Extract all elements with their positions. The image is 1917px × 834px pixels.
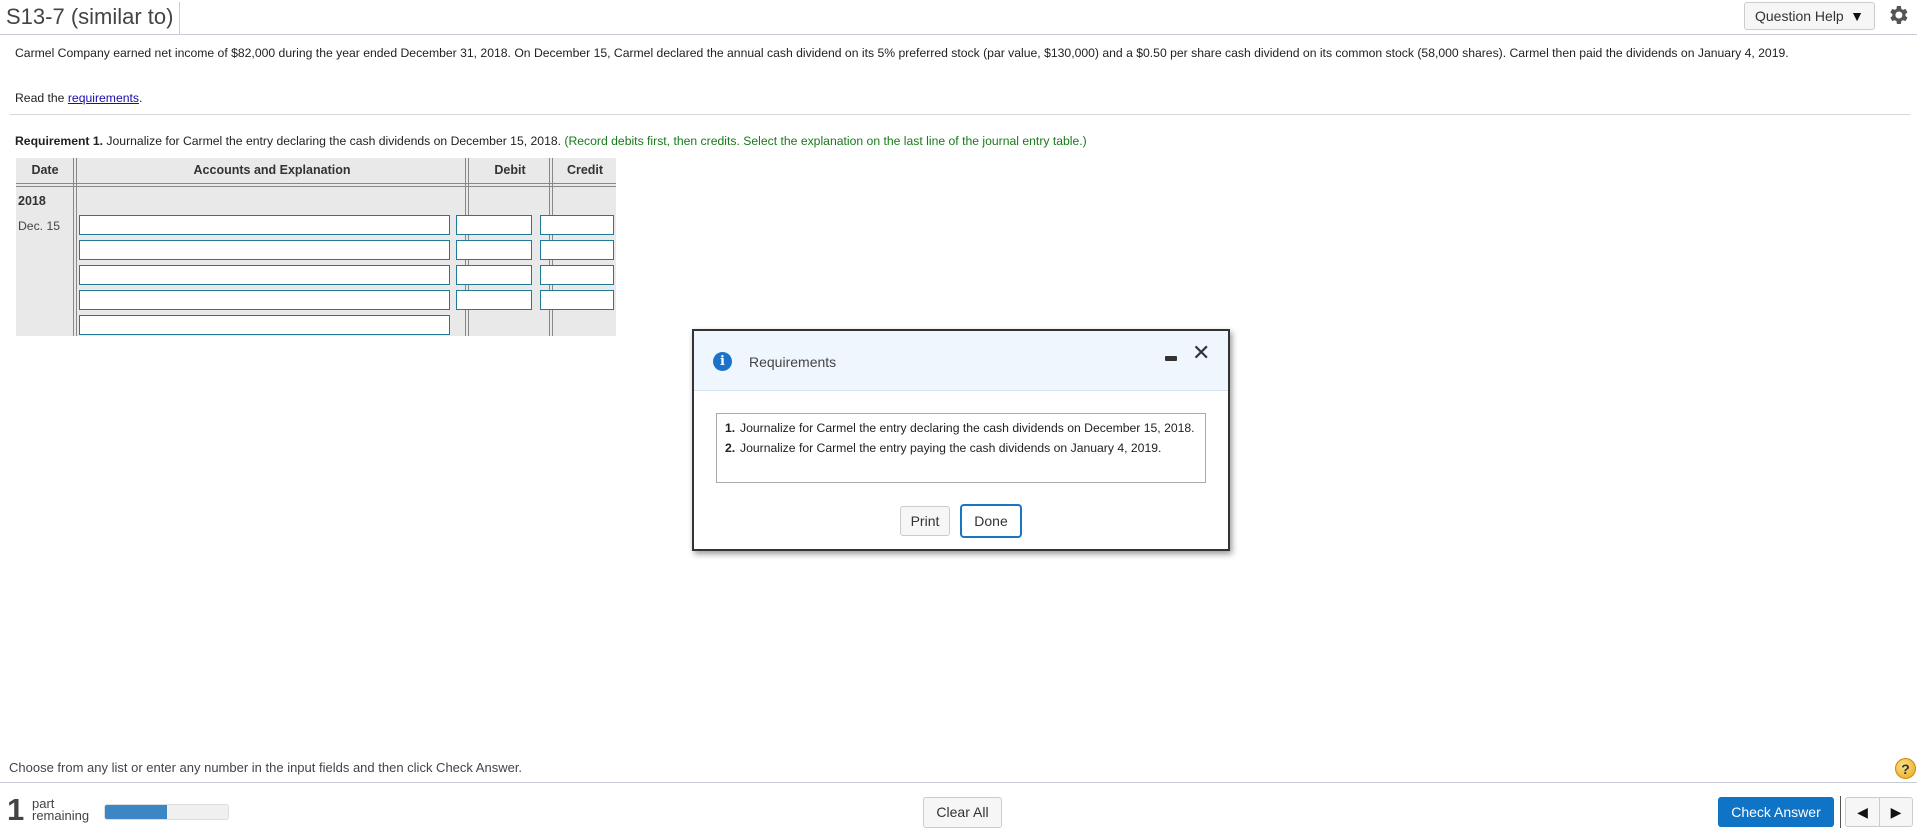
gear-icon[interactable] <box>1886 2 1910 28</box>
requirement-item: 1. Journalize for Carmel the entry decla… <box>725 421 1197 435</box>
page-title: S13-7 (similar to) <box>6 2 181 35</box>
instructions: Choose from any list or enter any number… <box>9 760 523 775</box>
requirement-number: 1. <box>725 421 736 435</box>
divider <box>0 782 1917 783</box>
question-help-button[interactable]: Question Help ▼ <box>1744 2 1875 30</box>
close-icon[interactable]: ✕ <box>1192 341 1210 365</box>
next-question-button[interactable]: ▶ <box>1878 798 1912 826</box>
debit-input-4[interactable] <box>456 290 532 310</box>
parts-remaining-count: 1 <box>7 792 25 827</box>
credit-input-2[interactable] <box>540 240 614 260</box>
header: S13-7 (similar to) Question Help ▼ <box>0 0 1917 35</box>
entry-date: Dec. 15 <box>18 219 61 233</box>
requirement-item-text: Journalize for Carmel the entry declarin… <box>740 421 1195 435</box>
divider <box>10 114 1910 115</box>
credit-input-4[interactable] <box>540 290 614 310</box>
credit-input-3[interactable] <box>540 265 614 285</box>
requirements-list: 1. Journalize for Carmel the entry decla… <box>716 413 1206 483</box>
header-debit: Debit <box>494 163 526 177</box>
dialog-title: Requirements <box>749 354 837 370</box>
check-answer-button[interactable]: Check Answer <box>1718 797 1834 827</box>
journal-entry-table: Date Accounts and Explanation Debit Cred… <box>16 158 616 336</box>
header-divider <box>16 183 616 187</box>
read-requirements: Read the requirements. <box>15 91 142 105</box>
credit-input-1[interactable] <box>540 215 614 235</box>
account-input-3[interactable] <box>79 265 450 285</box>
read-suffix: . <box>139 91 143 105</box>
requirement-line: Requirement 1. Journalize for Carmel the… <box>15 134 1087 148</box>
requirement-hint: (Record debits first, then credits. Sele… <box>564 134 1087 148</box>
account-input-1[interactable] <box>79 215 450 235</box>
problem-statement: Carmel Company earned net income of $82,… <box>15 46 1789 60</box>
read-prefix: Read the <box>15 91 68 105</box>
account-input-2[interactable] <box>79 240 450 260</box>
clear-all-button[interactable]: Clear All <box>923 797 1002 828</box>
print-button[interactable]: Print <box>900 506 950 536</box>
requirements-dialog: i Requirements ✕ 1. Journalize for Carme… <box>692 329 1230 551</box>
entry-year: 2018 <box>18 194 46 208</box>
explanation-input[interactable] <box>79 315 450 335</box>
requirement-item-text: Journalize for Carmel the entry paying t… <box>740 441 1162 455</box>
divider <box>1840 796 1841 828</box>
help-icon[interactable]: ? <box>1895 758 1916 779</box>
question-nav: ◀ ▶ <box>1845 797 1913 827</box>
parts-label-line2: remaining <box>32 808 90 823</box>
progress-fill <box>105 805 167 819</box>
question-help-label: Question Help <box>1755 8 1844 24</box>
debit-input-3[interactable] <box>456 265 532 285</box>
requirement-number: 2. <box>725 441 736 455</box>
requirement-text: Journalize for Carmel the entry declarin… <box>103 134 565 148</box>
requirement-label: Requirement 1. <box>15 134 104 148</box>
account-input-4[interactable] <box>79 290 450 310</box>
header-date: Date <box>31 163 59 177</box>
progress-bar <box>104 804 229 820</box>
minimize-icon[interactable] <box>1165 356 1177 361</box>
caret-down-icon: ▼ <box>1850 8 1864 24</box>
dialog-header: i Requirements ✕ <box>694 331 1228 391</box>
parts-remaining-label: part remaining <box>32 797 90 823</box>
info-icon: i <box>713 352 732 371</box>
requirements-link[interactable]: requirements <box>68 91 139 105</box>
requirement-item: 2. Journalize for Carmel the entry payin… <box>725 441 1197 455</box>
previous-question-button[interactable]: ◀ <box>1846 798 1879 826</box>
header-accounts: Accounts and Explanation <box>193 163 351 177</box>
header-credit: Credit <box>566 163 604 177</box>
done-button[interactable]: Done <box>960 504 1022 538</box>
debit-input-2[interactable] <box>456 240 532 260</box>
debit-input-1[interactable] <box>456 215 532 235</box>
